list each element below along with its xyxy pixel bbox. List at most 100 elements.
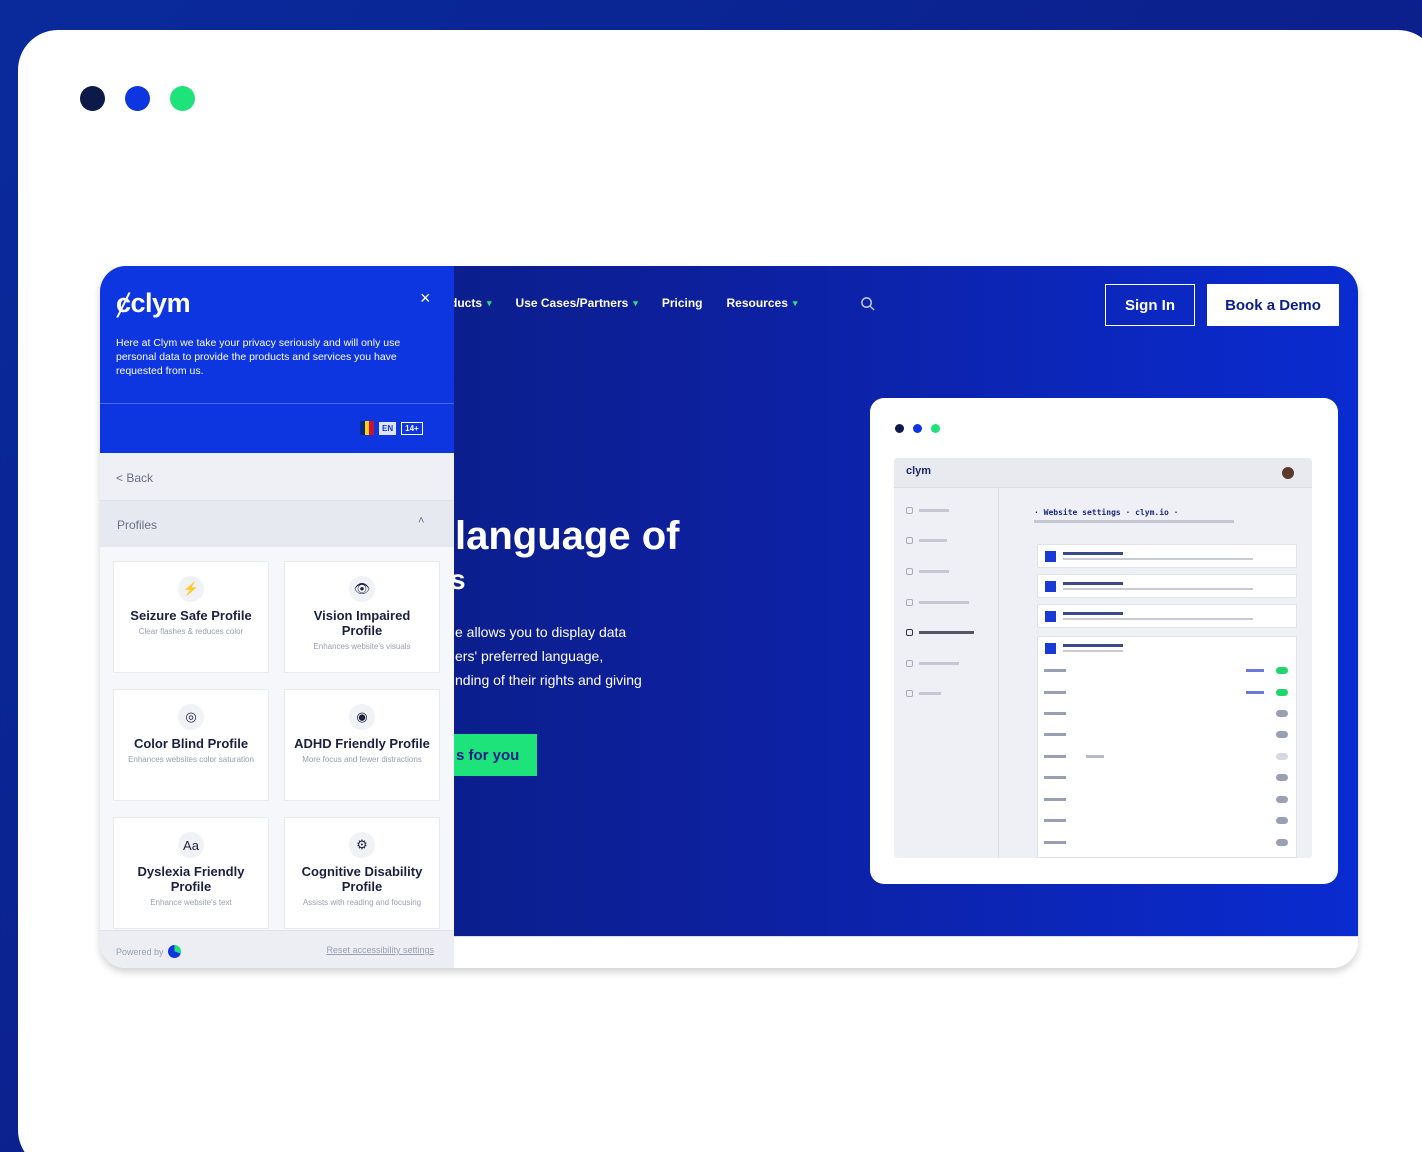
brain-icon: ⚙ — [349, 832, 375, 858]
sign-in-button[interactable]: Sign In — [1105, 284, 1195, 326]
profile-name: Vision Impaired Profile — [313, 608, 411, 638]
nav-label: Pricing — [661, 296, 703, 310]
back-button[interactable]: < Back — [100, 453, 454, 501]
chevron-down-icon: ▾ — [487, 297, 492, 308]
text-icon: Aa — [178, 832, 204, 858]
preview-app: clym · Website settings · clym.io · — [894, 458, 1312, 858]
book-demo-button[interactable]: Book a Demo — [1207, 284, 1339, 326]
nav-label: ducts — [450, 296, 483, 310]
preview-language-row — [1044, 774, 1294, 782]
preview-heading: · Website settings · clym.io · — [1034, 508, 1179, 517]
reset-settings-link[interactable]: Reset accessibility settings — [326, 945, 434, 955]
preview-language-row — [1044, 817, 1294, 825]
profile-description: Enhances websites color saturation — [128, 755, 254, 764]
chevron-down-icon: ▾ — [792, 297, 798, 308]
profile-card-vision-impaired[interactable]: 👁 Vision Impaired Profile Enhances websi… — [284, 561, 440, 673]
product-preview: clym · Website settings · clym.io · — [870, 398, 1338, 884]
profile-name: Color Blind Profile — [133, 736, 249, 751]
profile-card-dyslexia-friendly[interactable]: Aa Dyslexia Friendly Profile Enhance web… — [113, 817, 269, 929]
profile-description: More focus and fewer distractions — [302, 755, 422, 764]
preview-subheading — [1034, 520, 1234, 523]
hero-cta-button[interactable]: s for you — [454, 734, 537, 776]
panel-header: ȼclym × Here at Clym we take your privac… — [100, 266, 454, 453]
window-dot-blue — [125, 86, 150, 111]
nav-item-pricing[interactable]: Pricing — [662, 296, 703, 310]
preview-sidebar-item-active — [906, 628, 974, 636]
hero-text-line: ers' preferred language, — [455, 648, 604, 664]
preview-sidebar-item — [906, 506, 949, 514]
clym-logo-icon — [167, 945, 181, 958]
flag-icon[interactable] — [360, 421, 375, 435]
back-label: < Back — [116, 471, 154, 485]
preview-dot — [913, 424, 922, 433]
target-icon: ◉ — [349, 704, 375, 730]
preview-language-row — [1044, 710, 1294, 718]
preview-sidebar-item — [906, 598, 969, 606]
color-blind-icon: ◎ — [178, 704, 204, 730]
profile-description: Enhance website's text — [150, 898, 232, 907]
eye-icon: 👁 — [349, 576, 375, 602]
website-screenshot: ducts ▾ Use Cases/Partners ▾ Pricing Resou… — [100, 266, 1358, 968]
profile-card-adhd-friendly[interactable]: ◉ ADHD Friendly Profile More focus and f… — [284, 689, 440, 801]
bolt-icon: ⚡ — [178, 576, 204, 602]
hero-title: language of — [455, 514, 680, 558]
profile-card-seizure-safe[interactable]: ⚡ Seizure Safe Profile Clear flashes & r… — [113, 561, 269, 673]
nav-item-use-cases[interactable]: Use Cases/Partners ▾ — [516, 296, 638, 310]
language-controls: EN 14+ — [360, 421, 423, 435]
profile-name: ADHD Friendly Profile — [294, 736, 430, 751]
preview-language-row — [1044, 689, 1294, 697]
avatar — [1282, 467, 1294, 479]
hero-text-line: e allows you to display data — [455, 624, 627, 640]
preview-sidebar-item — [906, 659, 959, 667]
preview-sidebar-item — [906, 689, 941, 697]
profile-name: Cognitive Disability Profile — [301, 864, 423, 894]
clym-logo: ȼclym — [116, 288, 191, 319]
window-controls — [80, 86, 195, 111]
preview-setting-card — [1037, 544, 1297, 568]
preview-dot — [895, 424, 904, 433]
close-icon[interactable]: × — [420, 288, 431, 309]
font-size-button[interactable]: 14+ — [401, 421, 423, 435]
profiles-grid: ⚡ Seizure Safe Profile Clear flashes & r… — [100, 547, 454, 930]
preview-language-row — [1044, 796, 1294, 804]
privacy-intro: Here at Clym we take your privacy seriou… — [116, 337, 401, 377]
window-dot-dark — [80, 86, 105, 111]
preview-main: · Website settings · clym.io · — [999, 488, 1312, 858]
search-icon[interactable] — [860, 296, 875, 316]
top-nav: ducts ▾ Use Cases/Partners ▾ Pricing Resou… — [450, 296, 797, 310]
nav-label: Use Cases/Partners — [515, 296, 629, 310]
preview-language-row — [1044, 667, 1294, 675]
preview-topbar: clym — [894, 458, 1312, 488]
preview-sidebar-item — [906, 536, 947, 544]
accessibility-panel: ȼclym × Here at Clym we take your privac… — [100, 266, 454, 968]
profile-description: Clear flashes & reduces color — [138, 627, 244, 636]
preview-setting-card — [1037, 574, 1297, 598]
profile-name: Seizure Safe Profile — [130, 608, 252, 623]
language-button[interactable]: EN — [379, 421, 397, 435]
preview-language-row — [1044, 731, 1294, 739]
clym-logo-mark: ȼ — [116, 288, 131, 318]
clym-logo-text: clym — [130, 288, 191, 318]
powered-by: Powered by — [116, 945, 181, 958]
preview-language-header — [1038, 637, 1296, 661]
profile-card-cognitive-disability[interactable]: ⚙ Cognitive Disability Profile Assists w… — [284, 817, 440, 929]
profiles-label: Profiles — [117, 518, 158, 532]
preview-setting-card — [1037, 604, 1297, 628]
nav-item-products[interactable]: ducts ▾ — [450, 296, 492, 310]
profile-name: Dyslexia Friendly Profile — [137, 864, 245, 894]
preview-language-row — [1044, 839, 1294, 847]
preview-language-card — [1037, 636, 1297, 858]
nav-item-resources[interactable]: Resources ▾ — [727, 296, 798, 310]
preview-language-row — [1044, 753, 1294, 761]
preview-sidebar — [894, 488, 999, 858]
preview-window-dots — [895, 424, 940, 433]
preview-dot — [931, 424, 940, 433]
preview-sidebar-item — [906, 567, 949, 575]
profile-card-color-blind[interactable]: ◎ Color Blind Profile Enhances websites … — [113, 689, 269, 801]
profile-description: Enhances website's visuals — [313, 642, 411, 651]
profiles-section-header[interactable]: Profiles ˄ — [100, 501, 454, 547]
hero-text-line: nding of their rights and giving — [455, 672, 642, 688]
chevron-up-icon: ˄ — [418, 515, 425, 527]
chevron-down-icon: ▾ — [633, 297, 638, 308]
preview-logo: clym — [906, 465, 932, 477]
